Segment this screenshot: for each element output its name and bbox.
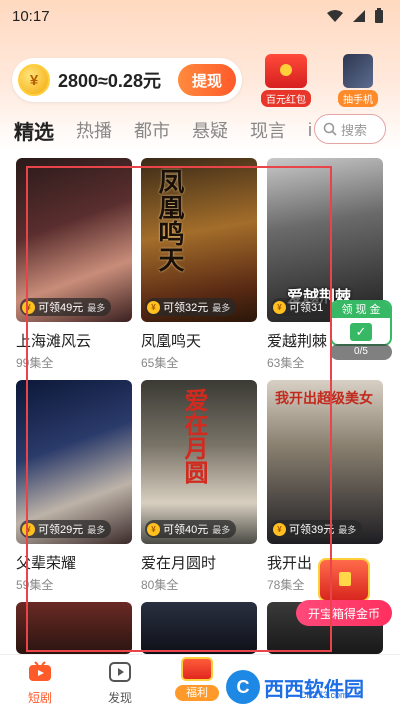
phone-lottery-label: 抽手机 — [338, 90, 378, 107]
coin-icon: ¥ — [22, 300, 35, 314]
status-icons — [326, 8, 384, 24]
drama-poster[interactable]: ¥ 可领29元 最多 — [16, 380, 132, 544]
reward-badge: ¥ 可领31 — [271, 298, 334, 316]
drama-card[interactable]: ¥ 可领49元 最多 上海滩风云 99集全 — [16, 158, 132, 371]
reward-text: 可领40元 — [163, 524, 209, 536]
drama-card[interactable]: 凤凰鸣天 ¥ 可领32元 最多 凤凰鸣天 65集全 — [141, 158, 257, 371]
drama-episodes: 99集全 — [16, 356, 54, 370]
tab-more[interactable]: i — [308, 120, 312, 141]
coin-icon: ¥ — [22, 522, 35, 536]
coin-icon: ¥ — [273, 522, 286, 536]
reward-text: 可领49元 — [38, 302, 84, 314]
drama-episodes: 80集全 — [141, 578, 179, 592]
nav-label-discover: 发现 — [107, 691, 132, 705]
drama-poster[interactable] — [16, 602, 132, 654]
drama-card[interactable]: 爱在月圆 ¥ 可领40元 最多 爱在月圆时 80集全 — [141, 380, 257, 593]
coin-balance: 2800≈0.28元 — [58, 71, 161, 91]
phone-icon — [343, 54, 373, 88]
reward-suffix: 最多 — [338, 524, 357, 535]
drama-card[interactable]: ¥ 可领29元 最多 父辈荣耀 59集全 — [16, 380, 132, 593]
coin-icon: ¥ — [18, 64, 50, 96]
tab-romance[interactable]: 现言 — [250, 117, 286, 143]
poster-title-text: 凤凰鸣天 — [154, 168, 184, 272]
nav-item-shorts[interactable]: 短剧 — [10, 661, 70, 706]
drama-poster[interactable]: 凤凰鸣天 ¥ 可领32元 最多 — [141, 158, 257, 322]
signal-icon — [353, 10, 365, 22]
drama-poster[interactable]: 我开出超级美女 ¥ 可领39元 最多 — [267, 380, 383, 544]
drama-title: 父辈荣耀 — [16, 555, 77, 572]
claim-cash-header: 领 现 金 — [332, 302, 390, 318]
reward-badge: ¥ 可领49元 最多 — [20, 298, 112, 316]
drama-episodes: 65集全 — [141, 356, 179, 370]
status-time: 10:17 — [12, 7, 50, 25]
poster-title-text: 爱在月圆 — [180, 388, 209, 484]
gift-icon — [181, 657, 213, 681]
coin-balance-card[interactable]: ¥ 2800≈0.28元 提现 — [12, 58, 242, 102]
watermark-subtext: CR173.com — [300, 690, 348, 700]
treasure-chest-label: 开宝箱得金币 — [296, 600, 392, 626]
reward-text: 可领29元 — [38, 524, 84, 536]
drama-title: 爱在月圆时 — [141, 555, 217, 572]
phone-lottery-promo[interactable]: 抽手机 — [330, 54, 386, 107]
reward-suffix: 最多 — [87, 302, 106, 313]
reward-badge: ¥ 可领29元 最多 — [20, 520, 112, 538]
drama-poster[interactable]: ¥ 可领49元 最多 — [16, 158, 132, 322]
reward-badge: ¥ 可领32元 最多 — [145, 298, 237, 316]
nav-item-discover[interactable]: 发现 — [90, 661, 150, 706]
battery-icon — [375, 8, 383, 23]
drama-card[interactable] — [16, 602, 132, 654]
reward-suffix: 最多 — [212, 302, 231, 313]
tv-icon — [29, 661, 51, 681]
red-envelope-label: 百元红包 — [261, 90, 311, 107]
coin-icon: ¥ — [147, 522, 160, 536]
reward-text: 可领39元 — [289, 524, 335, 536]
reward-suffix: 最多 — [87, 524, 106, 535]
claim-cash-card: 领 现 金 ✓ — [330, 300, 392, 346]
reward-suffix: 最多 — [212, 524, 231, 535]
treasure-chest-widget[interactable]: 开宝箱得金币 — [296, 558, 392, 628]
check-icon: ✓ — [350, 323, 372, 341]
nav-label-shorts: 短剧 — [27, 691, 52, 705]
drama-poster[interactable]: 爱在月圆 ¥ 可领40元 最多 — [141, 380, 257, 544]
red-envelope-promo[interactable]: 百元红包 — [258, 54, 314, 107]
search-placeholder: 搜索 — [341, 122, 368, 138]
drama-poster[interactable] — [141, 602, 257, 654]
drama-title: 上海滩风云 — [16, 333, 92, 350]
withdraw-button[interactable]: 提现 — [178, 64, 236, 96]
nav-item-welfare[interactable]: 福利 — [174, 657, 220, 705]
reward-text: 可领32元 — [163, 302, 209, 314]
claim-cash-widget[interactable]: 领 现 金 ✓ 0/5 — [330, 300, 392, 360]
status-bar: 10:17 — [0, 0, 400, 32]
drama-title: 凤凰鸣天 — [141, 333, 202, 350]
poster-title-text: 我开出超级美女 — [275, 391, 373, 407]
tab-hot[interactable]: 热播 — [76, 117, 112, 143]
search-input[interactable]: 搜索 — [314, 114, 386, 144]
nav-label-welfare: 福利 — [175, 685, 219, 701]
red-envelope-icon — [265, 54, 307, 88]
claim-cash-progress: 0/5 — [330, 344, 392, 360]
play-icon — [109, 662, 131, 682]
wifi-icon — [327, 10, 343, 22]
search-icon — [323, 122, 337, 136]
category-tabs: 精选 热播 都市 悬疑 现言 i — [14, 114, 334, 146]
coin-icon: ¥ — [273, 300, 286, 314]
tab-suspense[interactable]: 悬疑 — [192, 117, 228, 143]
coin-icon: ¥ — [147, 300, 160, 314]
drama-episodes: 59集全 — [16, 578, 54, 592]
reward-text: 可领31 — [289, 302, 324, 314]
drama-poster[interactable]: 爱越荆棘 ¥ 可领31 — [267, 158, 383, 322]
watermark-logo: C — [226, 670, 260, 704]
watermark: C 西西软件园 — [226, 668, 392, 706]
drama-card[interactable] — [141, 602, 257, 654]
reward-badge: ¥ 可领39元 最多 — [271, 520, 363, 538]
reward-badge: ¥ 可领40元 最多 — [145, 520, 237, 538]
treasure-chest-icon — [318, 558, 370, 602]
tab-featured[interactable]: 精选 — [14, 116, 54, 145]
tab-urban[interactable]: 都市 — [134, 117, 170, 143]
